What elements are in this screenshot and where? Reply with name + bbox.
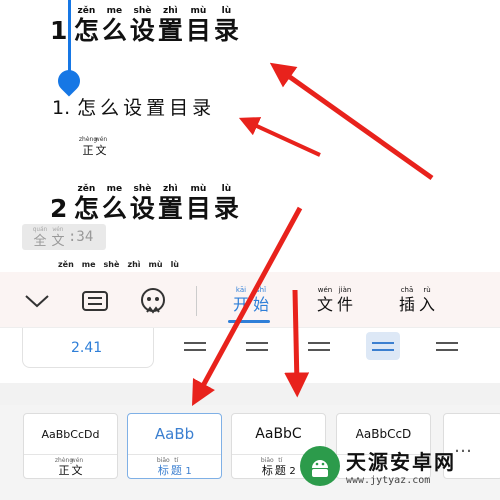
- align-center-icon[interactable]: [240, 332, 274, 360]
- watermark-title: 天源安卓网: [346, 450, 456, 474]
- align-left-icon[interactable]: [178, 332, 212, 360]
- android-logo-icon: [300, 446, 340, 486]
- heading-2[interactable]: 2 zěn 怎 me 么 shè 设 zhì 置 mù 目 lù 录: [50, 184, 239, 223]
- pinyin-fragment: zhì: [127, 260, 141, 269]
- pinyin-fragment: lù: [170, 260, 179, 269]
- ruby-char: 怎: [77, 97, 97, 119]
- document-canvas[interactable]: 1 zěn 怎 me 么 shè 设 zhì 置 mù 目 lù 录 1. 怎 么 设 置 …: [0, 0, 500, 272]
- ruby-char: mù 目: [185, 6, 211, 45]
- heading-number: 1.: [52, 97, 71, 119]
- active-tab-indicator: [228, 320, 270, 323]
- format-panel: 2.41: [0, 328, 500, 383]
- ruby-char: lù 录: [213, 6, 239, 45]
- pinyin-fragment: me: [81, 260, 96, 269]
- ruby-char: mù 目: [185, 184, 211, 223]
- pinyin-fragment: mù: [148, 260, 163, 269]
- font-size-field[interactable]: 2.41: [22, 328, 154, 368]
- style-heading-1[interactable]: AaBb biāo 标 tí 题 1: [127, 413, 222, 479]
- chevron-down-icon[interactable]: [22, 286, 52, 316]
- tab-insert[interactable]: chā 插 rù 入: [398, 286, 436, 315]
- align-justify-icon[interactable]: [366, 332, 400, 360]
- style-caption: biāo 标 tí 题 1: [156, 457, 192, 477]
- ruby-char: jiàn 件: [336, 286, 353, 314]
- style-sample: AaBb: [154, 425, 195, 443]
- heading-1[interactable]: 1 zěn 怎 me 么 shè 设 zhì 置 mù 目 lù 录: [50, 6, 239, 45]
- partial-heading-pinyin: zěn me shè zhì mù lù: [58, 260, 179, 269]
- style-normal[interactable]: AaBbCcDd zhèng 正 wén 文: [23, 413, 118, 479]
- align-right-icon[interactable]: [302, 332, 336, 360]
- heading-1-1[interactable]: 1. 怎 么 设 置 目 录: [52, 86, 212, 119]
- align-distributed-icon[interactable]: [430, 332, 464, 360]
- ruby-char: wén 文: [316, 286, 333, 314]
- ruby-char: 录: [192, 97, 212, 119]
- font-size-value: 2.41: [71, 339, 103, 356]
- site-watermark: 天源安卓网 www.jytyaz.com: [300, 446, 456, 486]
- heading-number: 2: [50, 194, 68, 223]
- heading-number: 1: [50, 16, 68, 45]
- watermark-url: www.jytyaz.com: [346, 475, 431, 486]
- ruby-char: 么: [100, 97, 120, 119]
- face-icon[interactable]: [138, 286, 168, 316]
- text-cursor: [68, 0, 71, 78]
- ruby-char: 设: [123, 97, 143, 119]
- ruby-char: shè 设: [129, 184, 155, 223]
- ruby-char: zhèng 正: [78, 136, 98, 157]
- ruby-char: me 么: [101, 184, 127, 223]
- more-icon: …: [454, 435, 472, 457]
- panel-divider: [0, 383, 500, 405]
- ruby-char: shǐ 始: [252, 286, 269, 314]
- word-count-value: :34: [68, 229, 94, 245]
- body-paragraph[interactable]: zhèng 正 wén 文: [78, 136, 108, 157]
- ruby-char: me 么: [101, 6, 127, 45]
- ruby-char: zhì 置: [157, 6, 183, 45]
- ruby-char: 目: [169, 97, 189, 119]
- ruby-char: zěn 怎: [73, 184, 99, 223]
- pinyin-fragment: shè: [103, 260, 120, 269]
- toolbar-divider: [196, 286, 197, 316]
- keyboard-icon[interactable]: [80, 286, 110, 316]
- ruby-char: zhì 置: [157, 184, 183, 223]
- ruby-char: zěn 怎: [73, 6, 99, 45]
- ruby-char: 置: [146, 97, 166, 119]
- ruby-char: lù 录: [213, 184, 239, 223]
- tab-start[interactable]: kāi 开 shǐ 始: [232, 286, 270, 315]
- ruby-char: wén 文: [51, 225, 65, 249]
- style-sample: AaBbC: [255, 426, 302, 442]
- ruby-char: rù 入: [418, 286, 435, 314]
- tab-file[interactable]: wén 文 jiàn 件: [316, 286, 354, 315]
- ruby-char: quán 全: [32, 225, 48, 249]
- style-caption: zhèng 正 wén 文: [54, 457, 84, 477]
- style-sample: AaBbCcDd: [41, 427, 100, 441]
- ruby-char: chā 插: [398, 286, 415, 314]
- ruby-char: shè 设: [129, 6, 155, 45]
- pinyin-fragment: zěn: [58, 260, 74, 269]
- ruby-char: wén 文: [94, 136, 108, 157]
- ruby-char: kāi 开: [232, 286, 249, 314]
- style-caption: biāo 标 tí 题 2: [260, 457, 296, 477]
- word-count-badge[interactable]: quán 全 wén 文 :34: [22, 224, 106, 250]
